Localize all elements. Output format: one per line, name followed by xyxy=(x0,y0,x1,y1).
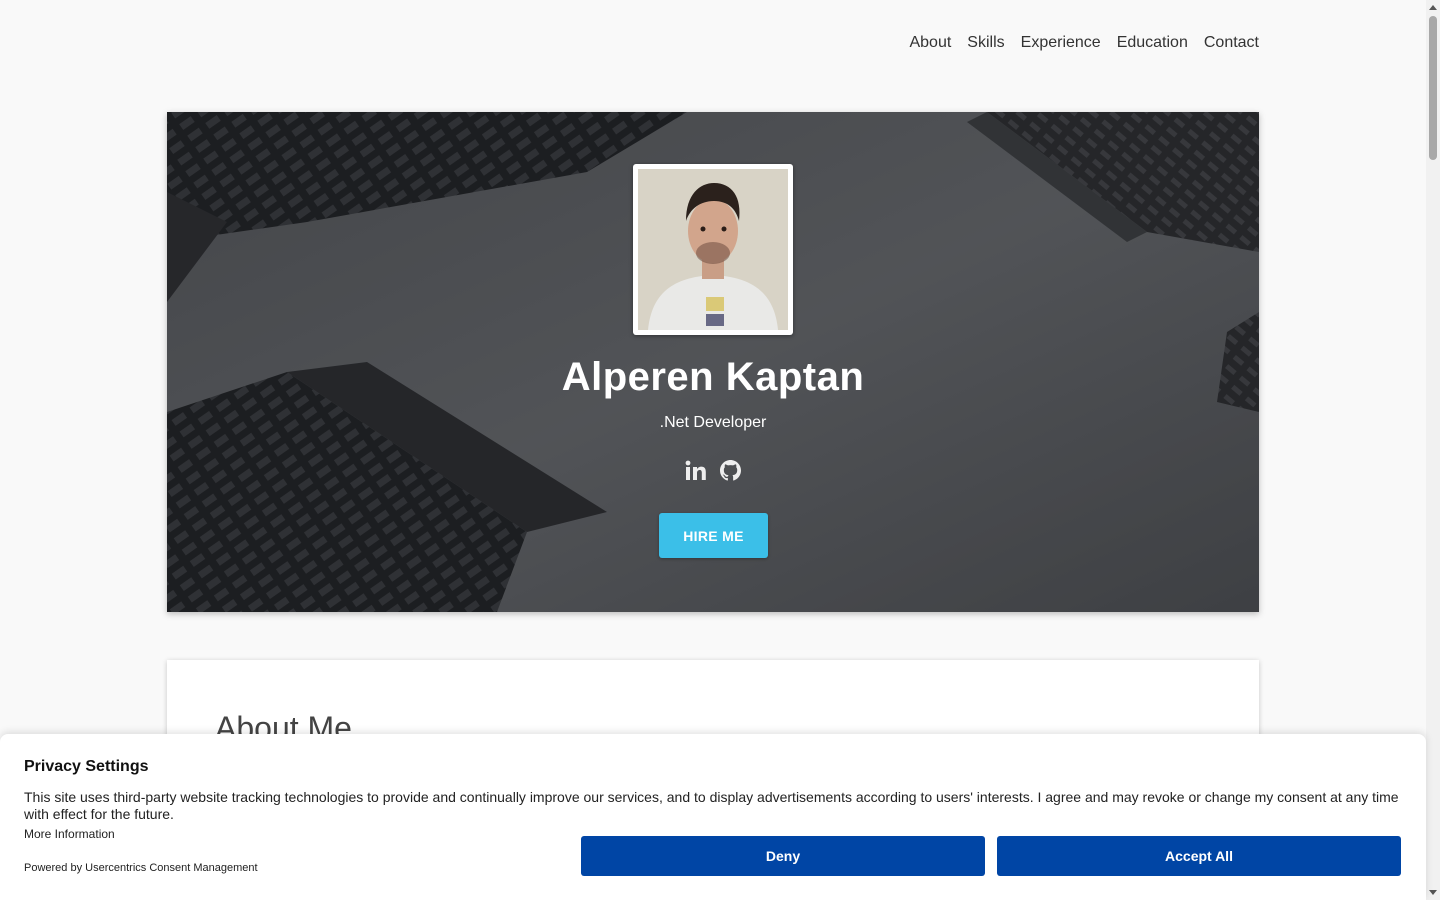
accept-all-button[interactable]: Accept All xyxy=(997,836,1401,876)
social-links xyxy=(167,460,1259,481)
consent-description: This site uses third-party website track… xyxy=(24,789,1399,822)
linkedin-icon[interactable] xyxy=(685,460,706,481)
scroll-down-arrow-icon[interactable] xyxy=(1429,890,1437,895)
powered-by-text: Powered by Usercentrics Consent Manageme… xyxy=(24,862,258,874)
scroll-up-arrow-icon[interactable] xyxy=(1429,5,1437,10)
nav-menu: About Skills Experience Education Contac… xyxy=(909,33,1259,53)
nav-item-about[interactable]: About xyxy=(909,33,951,53)
nav-item-experience[interactable]: Experience xyxy=(1021,33,1101,53)
page-scrollbar[interactable] xyxy=(1426,0,1440,900)
more-information-link[interactable]: More Information xyxy=(24,827,115,841)
profile-photo xyxy=(633,164,793,335)
deny-button[interactable]: Deny xyxy=(581,836,985,876)
top-navigation: About Skills Experience Education Contac… xyxy=(0,0,1426,86)
hero-name: Alperen Kaptan xyxy=(561,355,865,399)
hire-me-button[interactable]: HIRE ME xyxy=(659,513,768,558)
consent-title: Privacy Settings xyxy=(24,758,149,775)
hero-section: Alperen Kaptan .Net Developer HIRE ME xyxy=(167,112,1259,612)
scrollbar-thumb[interactable] xyxy=(1429,16,1437,160)
github-icon[interactable] xyxy=(720,460,741,481)
avatar xyxy=(638,169,788,330)
nav-item-skills[interactable]: Skills xyxy=(967,33,1004,53)
consent-banner: Privacy Settings This site uses third-pa… xyxy=(0,734,1426,900)
nav-item-contact[interactable]: Contact xyxy=(1204,33,1259,53)
hero-role: .Net Developer xyxy=(659,414,767,431)
nav-item-education[interactable]: Education xyxy=(1117,33,1188,53)
